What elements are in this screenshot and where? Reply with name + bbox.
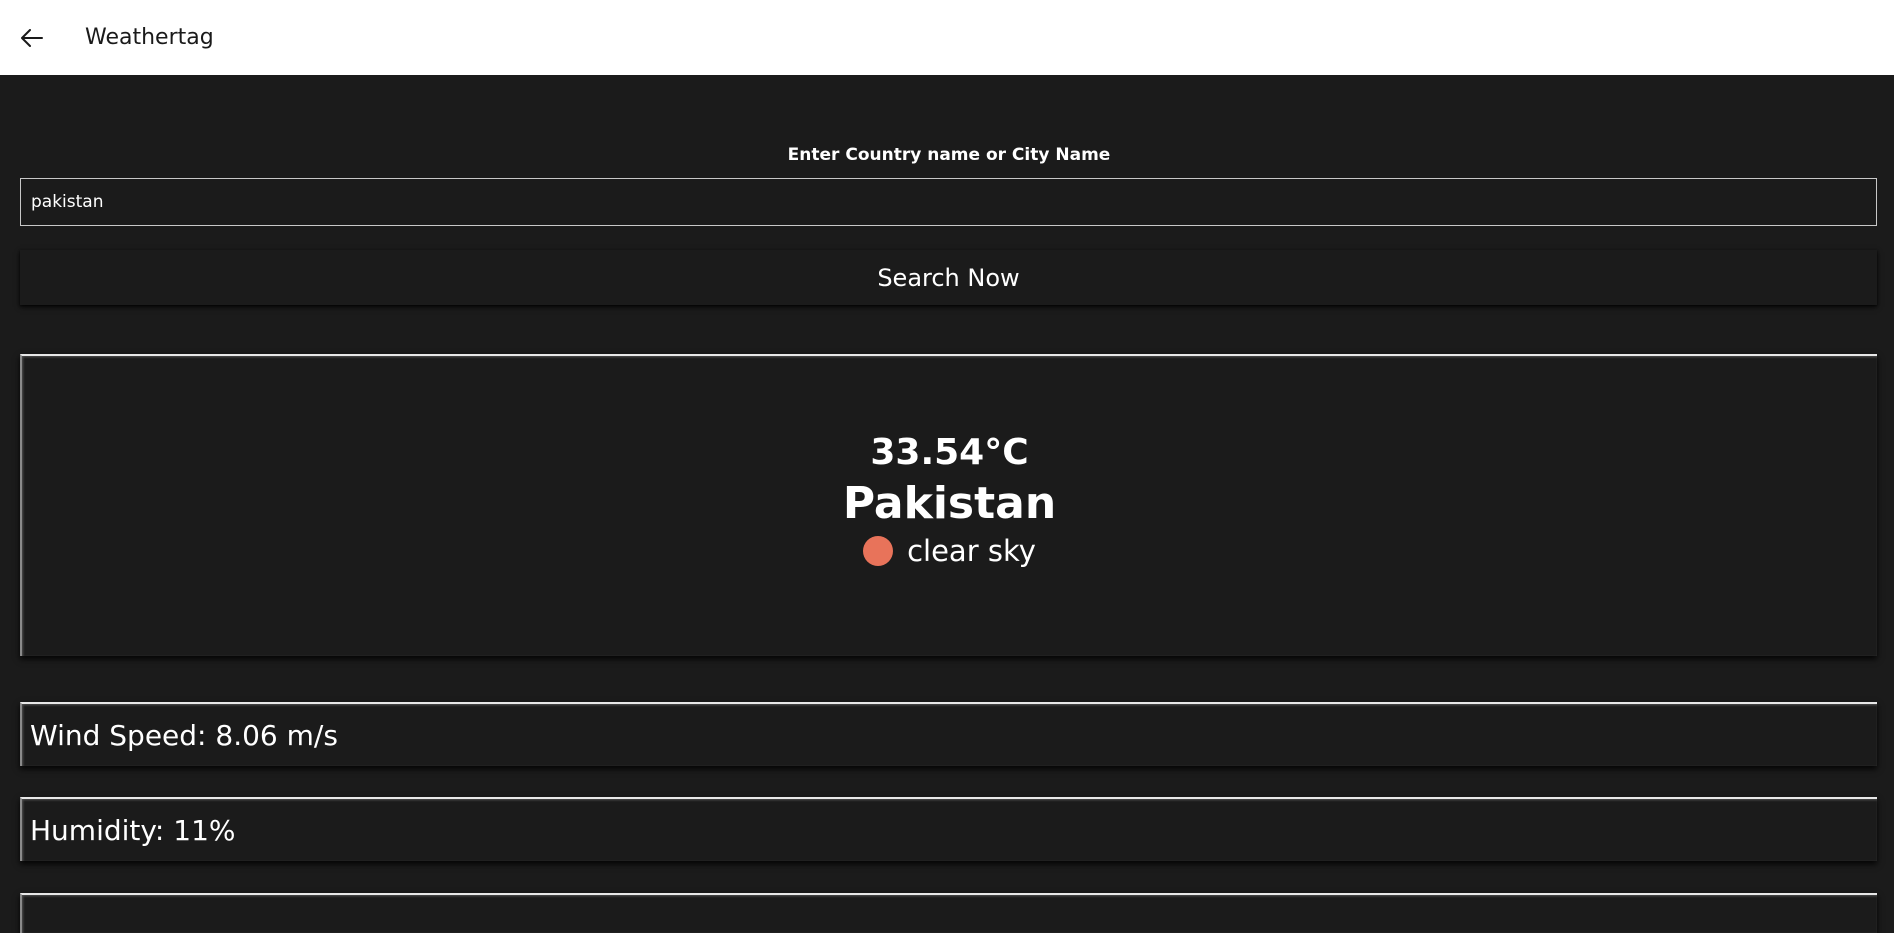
search-input[interactable] xyxy=(20,178,1877,226)
weather-condition: clear sky xyxy=(22,534,1877,568)
back-button[interactable] xyxy=(0,0,64,75)
arrow-left-icon xyxy=(21,28,43,47)
sun-icon xyxy=(863,536,894,566)
stat-card-partial xyxy=(20,893,1877,933)
wind-speed-text: Wind Speed: 8.06 m/s xyxy=(30,718,338,752)
humidity-card: Humidity: 11% xyxy=(20,797,1877,861)
search-now-button[interactable]: Search Now xyxy=(20,250,1877,305)
wind-speed-card: Wind Speed: 8.06 m/s xyxy=(20,702,1877,766)
search-label: Enter Country name or City Name xyxy=(787,145,1111,165)
condition-text: clear sky xyxy=(907,534,1036,568)
title-bar: Weathertag xyxy=(0,0,1894,75)
location-name: Pakistan xyxy=(842,478,1057,529)
temperature: 33.54°C xyxy=(870,432,1029,473)
main-content: Enter Country name or City Name Search N… xyxy=(0,75,1894,933)
app-title: Weathertag xyxy=(85,25,214,50)
humidity-text: Humidity: 11% xyxy=(30,813,236,847)
weather-card: 33.54°C Pakistan clear sky xyxy=(20,354,1877,656)
